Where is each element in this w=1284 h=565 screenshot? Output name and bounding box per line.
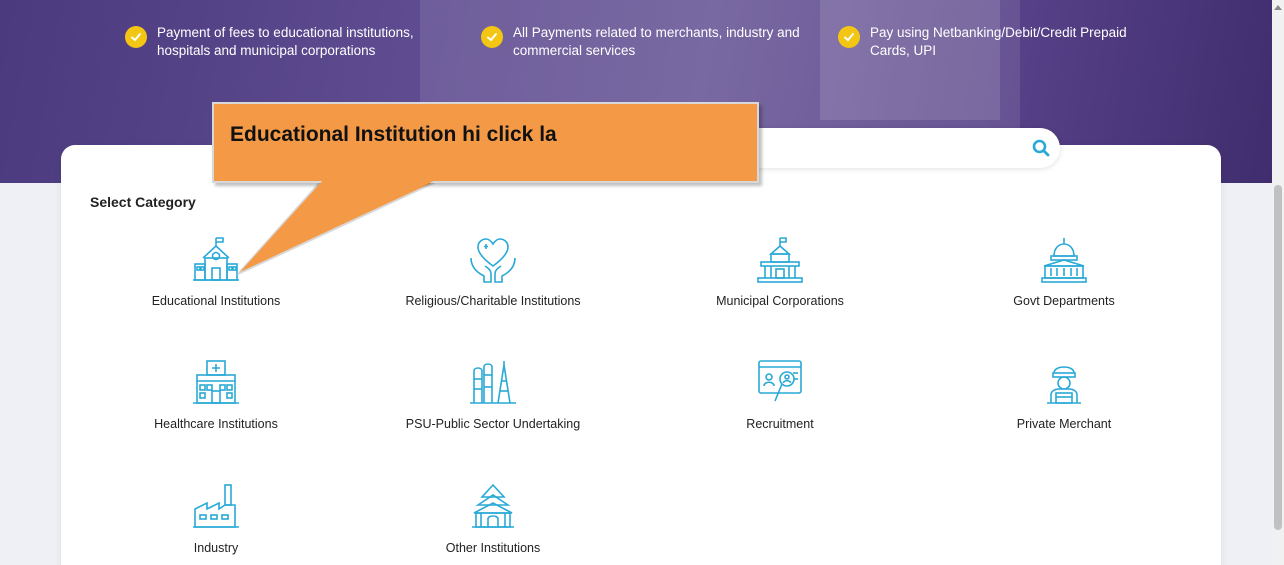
category-label: Other Institutions	[445, 541, 541, 555]
category-label: Healthcare Institutions	[154, 417, 278, 431]
search-bar[interactable]	[730, 128, 1060, 168]
check-circle-icon	[481, 26, 503, 48]
category-label: Govt Departments	[1013, 294, 1115, 308]
category-religious-charitable[interactable]: Religious/Charitable Institutions	[363, 236, 623, 308]
search-icon	[1032, 139, 1050, 157]
recruitment-icon	[758, 360, 802, 402]
heart-hands-icon	[470, 238, 516, 283]
category-label: Educational Institutions	[151, 294, 281, 308]
category-psu[interactable]: PSU-Public Sector Undertaking	[363, 359, 623, 431]
category-label: PSU-Public Sector Undertaking	[405, 417, 581, 431]
category-industry[interactable]: Industry	[86, 483, 346, 555]
section-title: Select Category	[90, 194, 196, 210]
feature-payment-modes: Pay using Netbanking/Debit/Credit Prepai…	[838, 24, 1150, 60]
feature-fees: Payment of fees to educational instituti…	[125, 24, 437, 60]
temple-icon	[472, 483, 514, 528]
school-icon	[193, 237, 239, 281]
feature-merchants: All Payments related to merchants, indus…	[481, 24, 803, 60]
feature-text: Payment of fees to educational instituti…	[157, 25, 414, 58]
category-label: Religious/Charitable Institutions	[405, 294, 581, 308]
category-govt-departments[interactable]: Govt Departments	[934, 236, 1194, 308]
category-label: Industry	[193, 541, 239, 555]
feature-text: Pay using Netbanking/Debit/Credit Prepai…	[870, 25, 1127, 58]
category-other-institutions[interactable]: Other Institutions	[363, 483, 623, 555]
hero-phone-screen	[820, 0, 1000, 120]
category-label: Recruitment	[746, 417, 814, 431]
category-healthcare-institutions[interactable]: Healthcare Institutions	[86, 359, 346, 431]
check-circle-icon	[838, 26, 860, 48]
oil-refinery-icon	[470, 361, 516, 404]
merchant-icon	[1047, 366, 1081, 404]
check-circle-icon	[125, 26, 147, 48]
municipal-building-icon	[757, 237, 803, 283]
scroll-up-arrow[interactable]	[1272, 0, 1284, 14]
category-label: Municipal Corporations	[716, 294, 844, 308]
hospital-icon	[193, 360, 239, 404]
category-private-merchant[interactable]: Private Merchant	[934, 359, 1194, 431]
callout-text: Educational Institution hi click la	[230, 123, 557, 146]
category-municipal-corporations[interactable]: Municipal Corporations	[650, 236, 910, 308]
scrollbar-thumb[interactable]	[1274, 185, 1282, 530]
factory-icon	[193, 484, 239, 528]
category-recruitment[interactable]: Recruitment	[650, 359, 910, 431]
category-label: Private Merchant	[1016, 417, 1112, 431]
search-button[interactable]	[1025, 132, 1057, 164]
capitol-icon	[1041, 238, 1087, 283]
category-educational-institutions[interactable]: Educational Institutions	[86, 236, 346, 308]
feature-text: All Payments related to merchants, indus…	[513, 25, 800, 58]
